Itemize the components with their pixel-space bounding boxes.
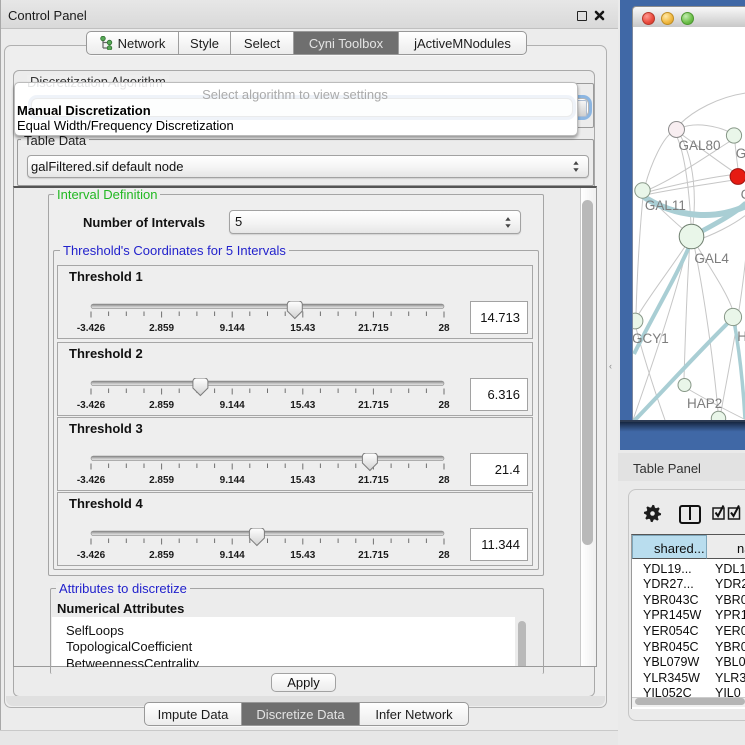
svg-text:GA: GA bbox=[736, 146, 745, 161]
svg-text:C: C bbox=[741, 187, 745, 202]
svg-text:GCY1: GCY1 bbox=[632, 331, 669, 346]
svg-text:GAL4: GAL4 bbox=[694, 251, 729, 266]
svg-text:GAL80: GAL80 bbox=[679, 138, 721, 153]
svg-text:GAL11: GAL11 bbox=[645, 198, 686, 213]
svg-text:HAP2: HAP2 bbox=[687, 396, 722, 411]
svg-text:H: H bbox=[737, 329, 745, 344]
